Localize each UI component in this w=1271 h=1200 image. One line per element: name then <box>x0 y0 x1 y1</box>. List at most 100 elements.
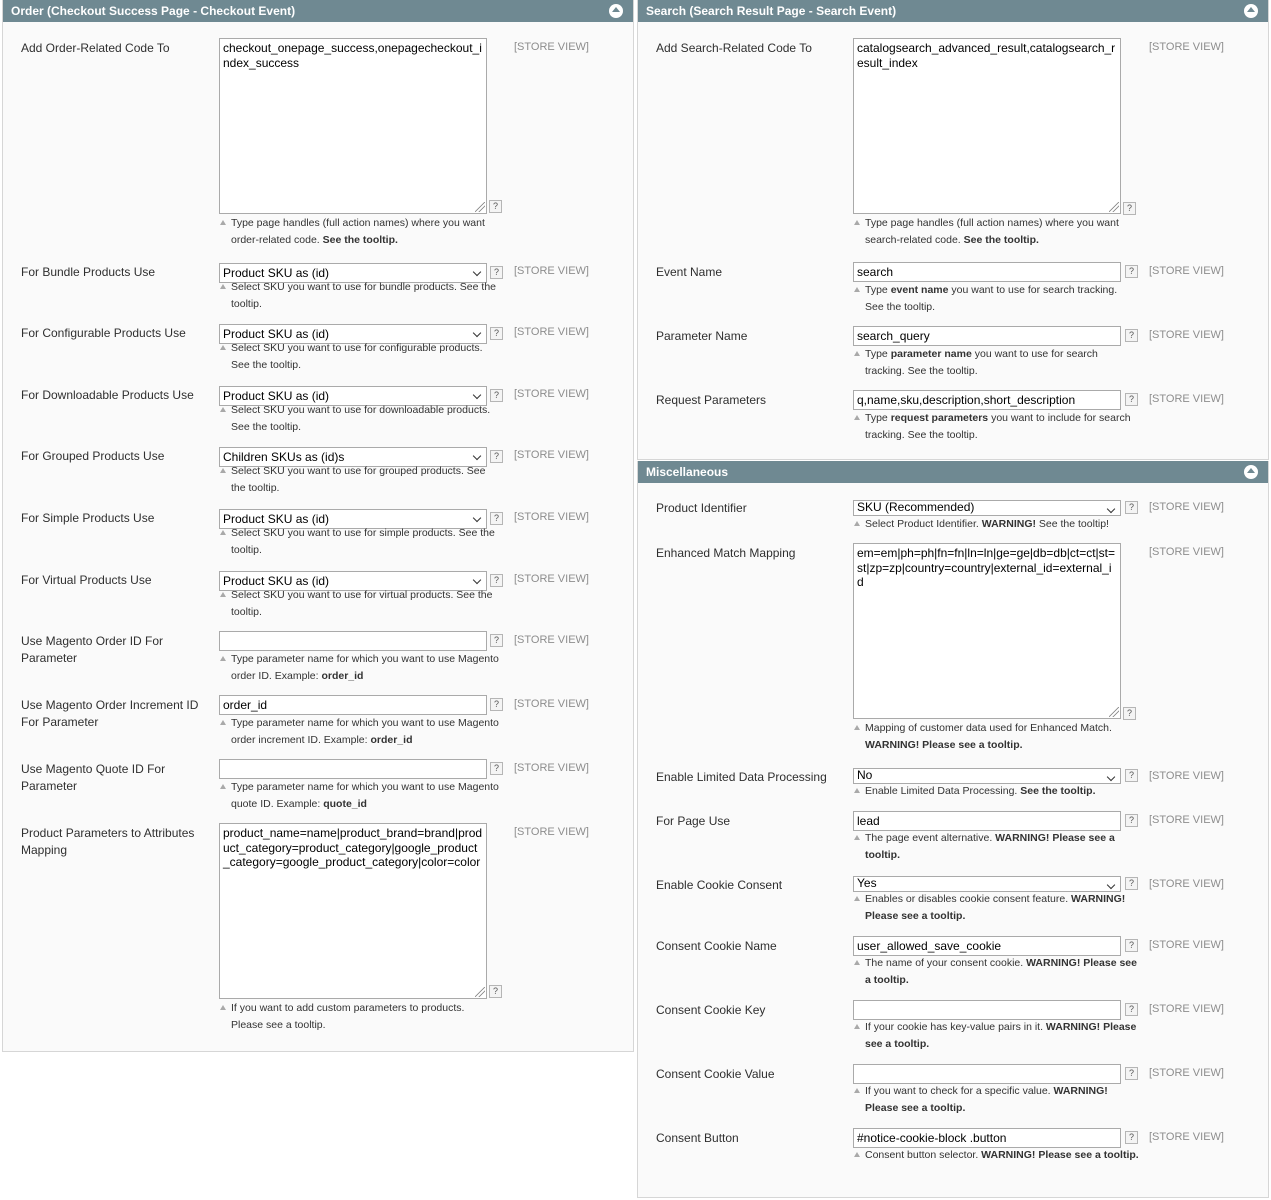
store-view-scope: [STORE VIEW] <box>1149 501 1224 513</box>
store-view-scope: [STORE VIEW] <box>1149 329 1224 341</box>
parameter-name-input[interactable]: search_query <box>853 326 1121 346</box>
request-parameters-input[interactable]: q,name,sku,description,short_description <box>853 390 1121 410</box>
enhanced-match-mapping-textarea[interactable]: em=em|ph=ph|fn=fn|ln=ln|ge=ge|db=db|ct=c… <box>853 543 1121 719</box>
field-label: Product Identifier <box>656 501 747 515</box>
help-icon[interactable]: ? <box>490 327 503 340</box>
field-note: Enable Limited Data Processing. See the … <box>853 783 1143 800</box>
field-note: Mapping of customer data used for Enhanc… <box>853 720 1143 754</box>
order-increment-id-parameter-input[interactable]: order_id <box>219 695 487 715</box>
resize-grip-icon[interactable] <box>475 202 485 212</box>
help-icon[interactable]: ? <box>1125 329 1138 342</box>
product-identifier-select[interactable]: SKU (Recommended) <box>853 500 1121 516</box>
help-icon[interactable]: ? <box>1125 393 1138 406</box>
field-label: Add Order-Related Code To <box>21 41 170 55</box>
event-name-input[interactable]: search <box>853 262 1121 282</box>
help-icon[interactable]: ? <box>1125 877 1138 890</box>
consent-button-input[interactable]: #notice-cookie-block .button <box>853 1128 1121 1148</box>
help-icon[interactable]: ? <box>1125 265 1138 278</box>
field-note: Type page handles (full action names) wh… <box>853 215 1133 249</box>
store-view-scope: [STORE VIEW] <box>514 511 589 523</box>
store-view-scope: [STORE VIEW] <box>1149 546 1224 558</box>
store-view-scope: [STORE VIEW] <box>514 41 589 53</box>
field-label: Use Magento Quote ID For Parameter <box>21 762 166 793</box>
help-icon[interactable]: ? <box>1125 1067 1138 1080</box>
page-use-input[interactable]: lead <box>853 811 1121 831</box>
collapse-icon[interactable] <box>609 4 623 18</box>
help-icon[interactable]: ? <box>1125 501 1138 514</box>
help-icon[interactable]: ? <box>490 512 503 525</box>
help-icon[interactable]: ? <box>1123 202 1136 215</box>
store-view-scope: [STORE VIEW] <box>1149 814 1224 826</box>
help-icon[interactable]: ? <box>1123 707 1136 720</box>
field-label: Enhanced Match Mapping <box>656 546 796 560</box>
store-view-scope: [STORE VIEW] <box>514 265 589 277</box>
help-icon[interactable]: ? <box>490 634 503 647</box>
help-icon[interactable]: ? <box>1125 1131 1138 1144</box>
store-view-scope: [STORE VIEW] <box>514 388 589 400</box>
field-note: Enables or disables cookie consent featu… <box>853 891 1143 925</box>
store-view-scope: [STORE VIEW] <box>514 449 589 461</box>
resize-grip-icon[interactable] <box>1109 707 1119 717</box>
help-icon[interactable]: ? <box>490 389 503 402</box>
field-note: If you want to check for a specific valu… <box>853 1083 1143 1117</box>
help-icon[interactable]: ? <box>490 762 503 775</box>
misc-section: Miscellaneous Product Identifier SKU (Re… <box>637 461 1269 1198</box>
store-view-scope: [STORE VIEW] <box>514 573 589 585</box>
help-icon[interactable]: ? <box>490 574 503 587</box>
field-note: Select SKU you want to use for simple pr… <box>219 525 499 559</box>
store-view-scope: [STORE VIEW] <box>1149 393 1224 405</box>
field-label: Enable Limited Data Processing <box>656 770 827 784</box>
section-title: Order (Checkout Success Page - Checkout … <box>11 4 296 18</box>
help-icon[interactable]: ? <box>1125 939 1138 952</box>
collapse-icon[interactable] <box>1244 465 1258 479</box>
store-view-scope: [STORE VIEW] <box>514 762 589 774</box>
field-note: Type parameter name for which you want t… <box>219 779 499 813</box>
limited-data-processing-select[interactable]: No <box>853 768 1121 784</box>
product-parameters-mapping-textarea[interactable]: product_name=name|product_brand=brand|pr… <box>219 823 487 999</box>
field-label: For Simple Products Use <box>21 511 155 525</box>
cookie-consent-select[interactable]: Yes <box>853 876 1121 892</box>
order-section: Order (Checkout Success Page - Checkout … <box>2 0 634 1052</box>
field-label: Request Parameters <box>656 393 767 407</box>
resize-grip-icon[interactable] <box>1109 202 1119 212</box>
field-note: The name of your consent cookie. WARNING… <box>853 955 1143 989</box>
store-view-scope: [STORE VIEW] <box>514 826 589 838</box>
field-label: For Virtual Products Use <box>21 573 152 587</box>
store-view-scope: [STORE VIEW] <box>1149 770 1224 782</box>
help-icon[interactable]: ? <box>1125 769 1138 782</box>
misc-section-header[interactable]: Miscellaneous <box>638 461 1268 483</box>
field-note: Type request parameters you want to incl… <box>853 410 1133 444</box>
field-note: Select SKU you want to use for virtual p… <box>219 587 499 621</box>
collapse-icon[interactable] <box>1244 4 1258 18</box>
consent-cookie-value-input[interactable] <box>853 1064 1121 1084</box>
field-label: Product Parameters to Attributes Mapping <box>21 826 195 857</box>
help-icon[interactable]: ? <box>490 698 503 711</box>
help-icon[interactable]: ? <box>490 450 503 463</box>
order-id-parameter-input[interactable] <box>219 631 487 651</box>
order-code-textarea[interactable]: checkout_onepage_success,onepagecheckout… <box>219 38 487 214</box>
resize-grip-icon[interactable] <box>475 987 485 997</box>
field-note: Type page handles (full action names) wh… <box>219 215 499 249</box>
help-icon[interactable]: ? <box>489 200 502 213</box>
field-note: Type event name you want to use for sear… <box>853 282 1133 316</box>
help-icon[interactable]: ? <box>490 266 503 279</box>
field-label: Enable Cookie Consent <box>656 878 783 892</box>
field-label: Use Magento Order Increment ID For Param… <box>21 698 199 729</box>
quote-id-parameter-input[interactable] <box>219 759 487 779</box>
field-label: Event Name <box>656 265 723 279</box>
field-note: Select Product Identifier. WARNING! See … <box>853 516 1143 533</box>
search-code-textarea[interactable]: catalogsearch_advanced_result,catalogsea… <box>853 38 1121 214</box>
field-label: Parameter Name <box>656 329 748 343</box>
consent-cookie-key-input[interactable] <box>853 1000 1121 1020</box>
store-view-scope: [STORE VIEW] <box>1149 1067 1224 1079</box>
order-section-header[interactable]: Order (Checkout Success Page - Checkout … <box>3 0 633 22</box>
search-section-header[interactable]: Search (Search Result Page - Search Even… <box>638 0 1268 22</box>
consent-cookie-name-input[interactable]: user_allowed_save_cookie <box>853 936 1121 956</box>
field-note: If you want to add custom parameters to … <box>219 1000 499 1034</box>
help-icon[interactable]: ? <box>489 985 502 998</box>
section-title: Miscellaneous <box>646 465 729 479</box>
help-icon[interactable]: ? <box>1125 814 1138 827</box>
help-icon[interactable]: ? <box>1125 1003 1138 1016</box>
store-view-scope: [STORE VIEW] <box>514 634 589 646</box>
field-note: Type parameter name for which you want t… <box>219 651 499 685</box>
